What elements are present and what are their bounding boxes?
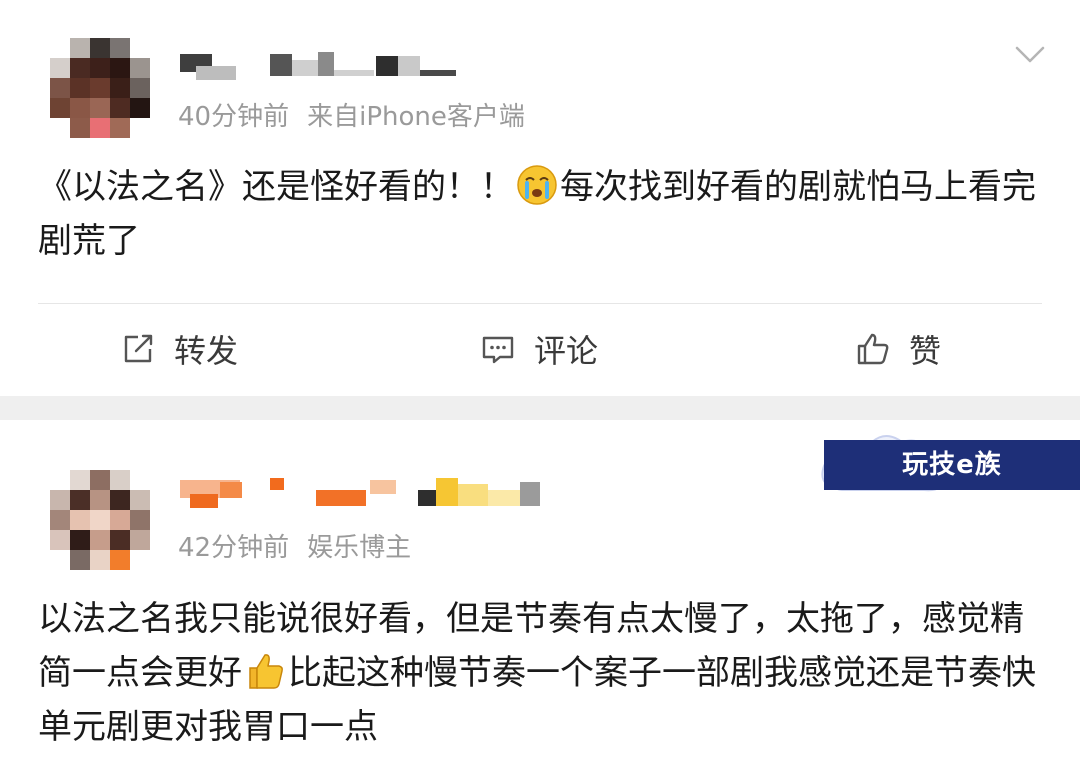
comment-icon (482, 336, 514, 364)
repost-button[interactable]: 转发 (120, 322, 238, 376)
post-source: 来自iPhone客户端 (307, 102, 525, 132)
thumbs-up-icon (249, 654, 283, 689)
section-separator (0, 396, 1080, 420)
repost-icon (124, 334, 153, 363)
action-bar: 转发 评论 赞 (0, 322, 1080, 376)
post-meta: 42分钟前 娱乐博主 (178, 527, 411, 564)
crying-face-icon (517, 165, 557, 205)
post-meta: 40分钟前 来自iPhone客户端 (178, 96, 525, 133)
username-pixelated[interactable] (180, 470, 560, 510)
repost-label: 转发 (174, 332, 239, 370)
post-content: 《以法之名》还是怪好看的！！ 每次找到好看的剧就怕马上看完剧荒了 (38, 160, 1044, 268)
comment-label: 评论 (534, 332, 599, 370)
avatar[interactable] (50, 38, 150, 138)
like-button[interactable]: 赞 (855, 322, 941, 376)
chevron-down-icon[interactable] (1014, 38, 1046, 70)
thumbs-up-icon (857, 333, 889, 365)
post-card-1: 40分钟前 来自iPhone客户端 《以法之名》还是怪好看的！！ 每次找到好看的剧… (0, 0, 1080, 396)
divider (38, 303, 1042, 304)
watermark: 玩技e族 (821, 435, 1080, 492)
comment-button[interactable]: 评论 (480, 322, 598, 376)
post-source: 娱乐博主 (307, 533, 412, 563)
avatar[interactable] (50, 470, 150, 570)
post-time: 42分钟前 (178, 533, 290, 563)
post-content: 以法之名我只能说很好看，但是节奏有点太慢了，太拖了，感觉精简一点会更好 比起这种… (38, 592, 1044, 754)
post-text-part1: 《以法之名》还是怪好看的！！ (38, 167, 514, 207)
username-pixelated[interactable] (180, 40, 470, 80)
post-time: 40分钟前 (178, 102, 290, 132)
like-label: 赞 (909, 332, 942, 370)
watermark-text: 玩技e族 (902, 450, 1002, 480)
